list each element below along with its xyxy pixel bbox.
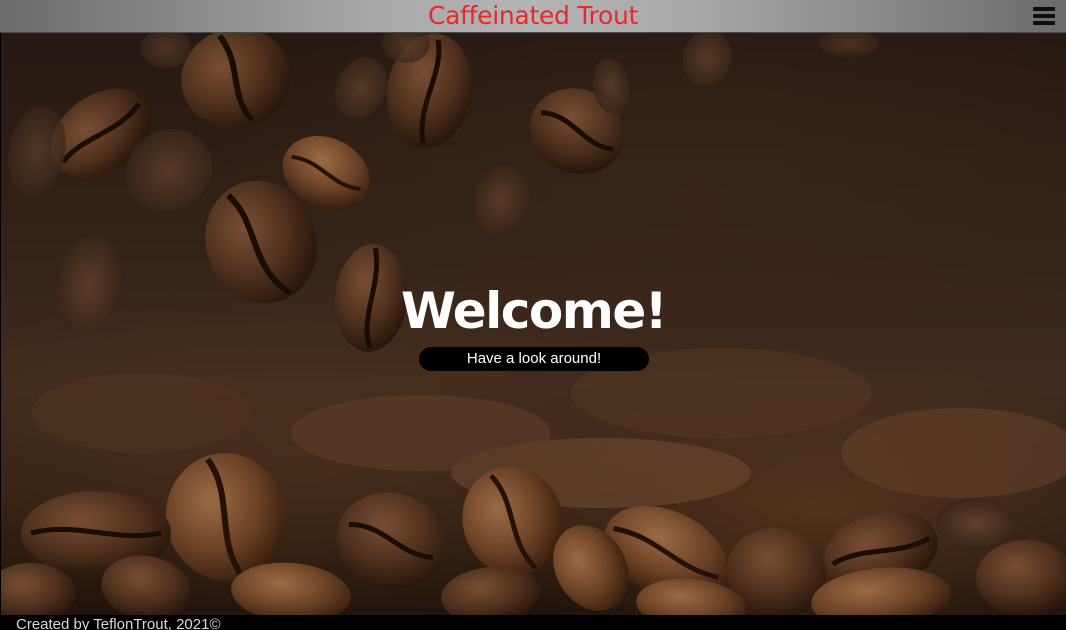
menu-bar-bottom <box>1033 21 1055 25</box>
welcome-heading: Welcome! <box>400 282 668 340</box>
hero-section: Welcome! Have a look around! <box>1 33 1066 615</box>
site-title[interactable]: Caffeinated Trout <box>0 0 1066 31</box>
site-header: Caffeinated Trout <box>0 0 1066 33</box>
menu-bar-middle <box>1033 14 1055 18</box>
hamburger-menu-icon[interactable] <box>1033 6 1055 26</box>
site-footer: Created by TeflonTrout, 2021© <box>0 615 1066 630</box>
footer-copyright: Created by TeflonTrout, 2021© <box>16 616 221 630</box>
look-around-button[interactable]: Have a look around! <box>419 347 649 371</box>
menu-bar-top <box>1033 7 1055 11</box>
